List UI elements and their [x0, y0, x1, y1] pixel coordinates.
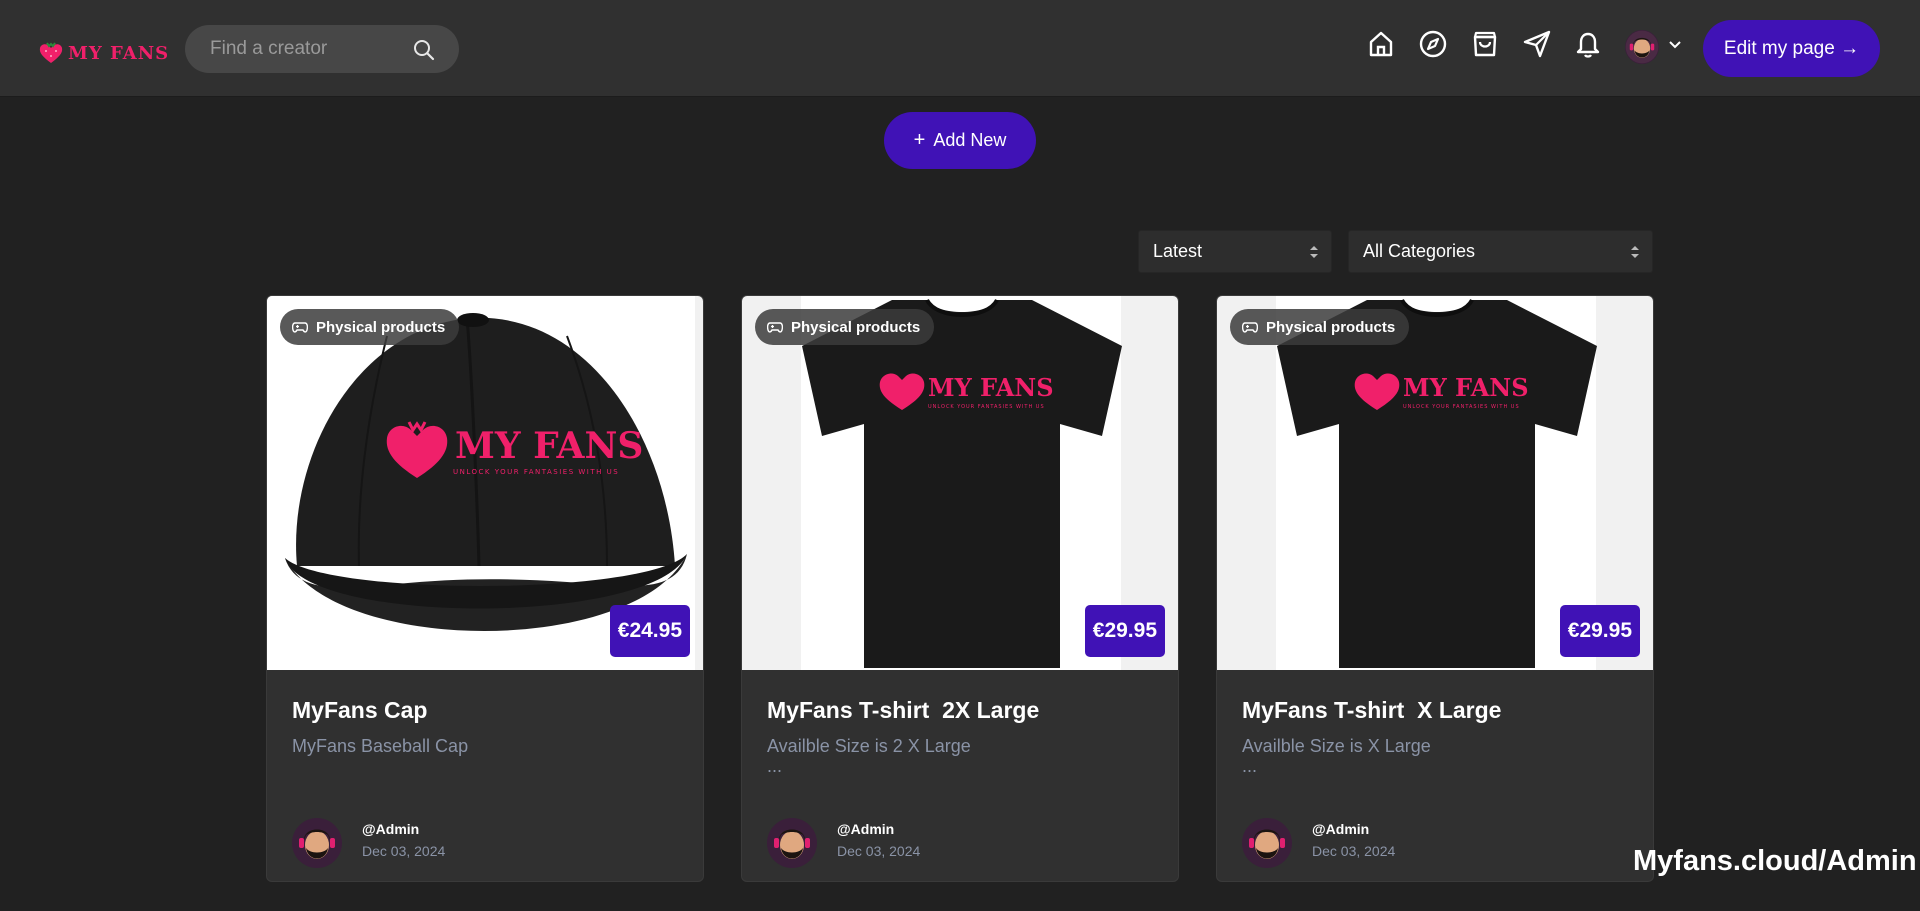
select-arrows-icon — [1310, 246, 1318, 258]
send-icon[interactable] — [1522, 29, 1552, 59]
category-select-value: All Categories — [1363, 241, 1476, 261]
category-badge-label: Physical products — [791, 318, 921, 336]
svg-text:MY FANS: MY FANS — [928, 373, 1054, 402]
shopping-bag-icon[interactable] — [1470, 29, 1500, 59]
author-avatar[interactable] — [292, 818, 342, 868]
category-badge: Physical products — [280, 309, 460, 345]
plus-icon: + — [913, 129, 926, 151]
search-input[interactable] — [210, 38, 400, 60]
svg-text:UNLOCK YOUR FANTASIES WITH US: UNLOCK YOUR FANTASIES WITH US — [453, 468, 619, 476]
user-avatar[interactable] — [1625, 30, 1659, 64]
search-icon[interactable] — [412, 38, 436, 62]
gamepad-icon — [1242, 322, 1258, 333]
product-title[interactable]: MyFans T-shirt X Large — [1242, 697, 1501, 724]
avatar-image — [767, 818, 817, 868]
description-ellipsis: ... — [1242, 756, 1258, 776]
brand-logo[interactable]: MY FANS — [38, 38, 169, 68]
select-arrows-icon — [1631, 246, 1639, 258]
category-badge-label: Physical products — [1266, 318, 1396, 336]
product-description: Availble Size is X Large — [1242, 736, 1431, 756]
product-card[interactable]: MY FANS UNLOCK YOUR FANTASIES WITH US Ph… — [266, 295, 704, 882]
category-badge-label: Physical products — [316, 318, 446, 336]
svg-text:MY FANS: MY FANS — [1403, 373, 1529, 402]
category-badge: Physical products — [755, 309, 935, 345]
product-description: Availble Size is 2 X Large — [767, 736, 971, 756]
avatar-image — [1242, 818, 1292, 868]
compass-icon[interactable] — [1418, 29, 1448, 59]
price-tag: €29.95 — [1559, 605, 1640, 657]
watermark-text: Myfans.cloud/Admin — [1633, 845, 1917, 877]
gamepad-icon — [292, 322, 308, 333]
brand-logo-text: MY FANS — [68, 42, 170, 64]
product-image[interactable]: MY FANS UNLOCK YOUR FANTASIES WITH US Ph… — [1217, 296, 1653, 670]
author-handle[interactable]: @Admin — [362, 821, 419, 837]
avatar-image — [292, 818, 342, 868]
category-badge: Physical products — [1230, 309, 1410, 345]
category-select[interactable]: All Categories — [1348, 230, 1653, 273]
author-handle[interactable]: @Admin — [837, 821, 894, 837]
product-title[interactable]: MyFans Cap — [292, 697, 427, 724]
author-handle[interactable]: @Admin — [1312, 821, 1369, 837]
product-card[interactable]: MY FANS UNLOCK YOUR FANTASIES WITH US Ph… — [741, 295, 1179, 882]
svg-text:MY FANS: MY FANS — [455, 425, 643, 467]
description-ellipsis: ... — [767, 756, 783, 776]
product-image[interactable]: MY FANS UNLOCK YOUR FANTASIES WITH US Ph… — [267, 296, 703, 670]
add-new-label: Add New — [933, 130, 1007, 150]
home-icon[interactable] — [1366, 29, 1396, 59]
product-image[interactable]: MY FANS UNLOCK YOUR FANTASIES WITH US Ph… — [742, 296, 1178, 670]
gamepad-icon — [767, 322, 783, 333]
search-box — [185, 25, 459, 73]
svg-text:UNLOCK YOUR FANTASIES WITH US: UNLOCK YOUR FANTASIES WITH US — [1403, 404, 1520, 410]
strawberry-heart-icon — [39, 42, 63, 63]
price-tag: €24.95 — [609, 605, 690, 657]
post-date: Dec 03, 2024 — [1312, 843, 1396, 859]
sort-select[interactable]: Latest — [1138, 230, 1332, 273]
edit-my-page-button[interactable]: Edit my page → — [1703, 20, 1880, 77]
product-title[interactable]: MyFans T-shirt 2X Large — [767, 697, 1039, 724]
price-tag: €29.95 — [1084, 605, 1165, 657]
post-date: Dec 03, 2024 — [837, 843, 921, 859]
chevron-down-icon[interactable] — [1668, 38, 1682, 52]
author-avatar[interactable] — [767, 818, 817, 868]
product-description: MyFans Baseball Cap — [292, 736, 469, 756]
top-header: MY FANS Find a creator Edit my page → — [0, 0, 1920, 97]
sort-select-value: Latest — [1153, 241, 1203, 261]
bell-icon[interactable] — [1573, 29, 1603, 59]
add-new-button[interactable]: + Add New — [884, 112, 1036, 169]
post-date: Dec 03, 2024 — [362, 843, 446, 859]
product-card[interactable]: MY FANS UNLOCK YOUR FANTASIES WITH US Ph… — [1216, 295, 1654, 882]
author-avatar[interactable] — [1242, 818, 1292, 868]
avatar-image — [1625, 30, 1659, 64]
svg-text:UNLOCK YOUR FANTASIES WITH US: UNLOCK YOUR FANTASIES WITH US — [928, 404, 1045, 410]
